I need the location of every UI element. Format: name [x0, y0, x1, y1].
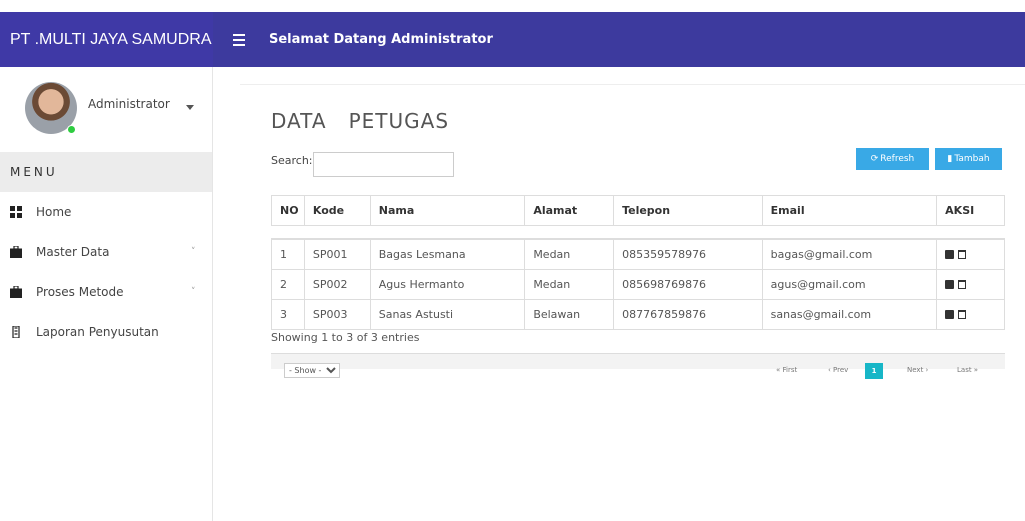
trash-icon[interactable]	[958, 280, 967, 289]
edit-icon[interactable]	[945, 280, 955, 289]
file-icon	[12, 326, 20, 338]
table-cell: 2	[272, 270, 305, 299]
main-content: DATA PETUGAS Search: ⟳ Refresh ▮ Tambah …	[240, 84, 1025, 521]
table-cell: Belawan	[525, 300, 615, 329]
table-row: 3 SP003 Sanas Astusti Belawan 0877678598…	[271, 300, 1005, 330]
welcome-text: Selamat Datang Administrator	[269, 32, 493, 47]
table-cell: Sanas Astusti	[371, 300, 526, 329]
table-cell: 085359578976	[614, 240, 763, 269]
search-input[interactable]	[313, 152, 454, 177]
column-header[interactable]: Alamat	[525, 196, 615, 225]
action-cell	[937, 240, 1004, 269]
action-cell	[937, 300, 1004, 329]
trash-icon[interactable]	[958, 310, 967, 319]
footer-bar	[271, 353, 1005, 369]
table-cell: SP001	[305, 240, 371, 269]
column-header[interactable]: Nama	[371, 196, 526, 225]
profile-dropdown-icon[interactable]	[186, 105, 194, 110]
trash-icon[interactable]	[958, 250, 967, 259]
profile-name: Administrator	[88, 97, 170, 111]
document-icon: ▮	[947, 154, 953, 164]
table-cell: 085698769876	[614, 270, 763, 299]
brand-logo[interactable]: PT .MULTI JAYA SAMUDRA	[0, 12, 213, 67]
navbar: Selamat Datang Administrator	[213, 12, 1025, 67]
table-cell: Bagas Lesmana	[371, 240, 526, 269]
refresh-icon: ⟳	[870, 154, 879, 164]
add-button[interactable]: ▮ Tambah	[935, 148, 1002, 170]
table-cell: 1	[272, 240, 305, 269]
menu-header: MENU	[0, 152, 212, 192]
table-cell: bagas@gmail.com	[763, 240, 938, 269]
pager-next[interactable]: Next ›	[907, 366, 928, 374]
sidebar: Administrator MENU Home Master Data ˅ Pr…	[0, 67, 213, 521]
table-row: 2 SP002 Agus Hermanto Medan 085698769876…	[271, 270, 1005, 300]
page-title: DATA PETUGAS	[271, 109, 450, 133]
show-entries-select[interactable]: - Show -	[284, 363, 340, 378]
table-cell: 3	[272, 300, 305, 329]
sidebar-item-laporan-penyusutan[interactable]: Laporan Penyusutan	[0, 312, 212, 352]
pager-last[interactable]: Last »	[957, 366, 978, 374]
table-cell: Medan	[525, 270, 615, 299]
sidebar-item-label: Home	[36, 205, 72, 219]
sidebar-item-master-data[interactable]: Master Data ˅	[0, 232, 212, 272]
table-cell: Agus Hermanto	[371, 270, 526, 299]
top-bar: PT .MULTI JAYA SAMUDRA Selamat Datang Ad…	[0, 12, 1025, 67]
entries-info: Showing 1 to 3 of 3 entries	[271, 331, 420, 344]
online-status-icon	[67, 125, 76, 134]
table-row: 1 SP001 Bagas Lesmana Medan 085359578976…	[271, 240, 1005, 270]
column-header[interactable]: NO	[272, 196, 305, 225]
sidebar-item-label: Proses Metode	[36, 285, 124, 299]
column-header[interactable]: Kode	[305, 196, 371, 225]
sidebar-item-home[interactable]: Home	[0, 192, 212, 232]
edit-icon[interactable]	[945, 250, 955, 259]
briefcase-icon	[10, 286, 22, 298]
grid-icon	[10, 206, 22, 218]
chevron-down-icon: ˅	[191, 287, 196, 297]
column-header[interactable]: Email	[763, 196, 938, 225]
pager-prev[interactable]: ‹ Prev	[828, 366, 848, 374]
table-body: 1 SP001 Bagas Lesmana Medan 085359578976…	[271, 238, 1005, 330]
edit-icon[interactable]	[945, 310, 955, 319]
refresh-button[interactable]: ⟳ Refresh	[856, 148, 929, 170]
pager-first[interactable]: « First	[776, 366, 797, 374]
table-cell: Medan	[525, 240, 615, 269]
user-profile: Administrator	[0, 67, 212, 152]
table-cell: sanas@gmail.com	[763, 300, 938, 329]
briefcase-icon	[10, 246, 22, 258]
sidebar-item-label: Master Data	[36, 245, 110, 259]
column-header[interactable]: Telepon	[614, 196, 763, 225]
table-cell: SP003	[305, 300, 371, 329]
table-cell: agus@gmail.com	[763, 270, 938, 299]
sidebar-item-proses-metode[interactable]: Proses Metode ˅	[0, 272, 212, 312]
table-header: NO Kode Nama Alamat Telepon Email AKSI	[271, 195, 1005, 226]
table-cell: SP002	[305, 270, 371, 299]
search-label: Search:	[271, 154, 313, 167]
table-cell: 087767859876	[614, 300, 763, 329]
chevron-down-icon: ˅	[191, 247, 196, 257]
column-header: AKSI	[945, 204, 975, 217]
sidebar-item-label: Laporan Penyusutan	[36, 325, 159, 339]
action-cell	[937, 270, 1004, 299]
pager-current-page[interactable]: 1	[865, 363, 883, 379]
hamburger-menu-icon[interactable]	[233, 33, 253, 46]
